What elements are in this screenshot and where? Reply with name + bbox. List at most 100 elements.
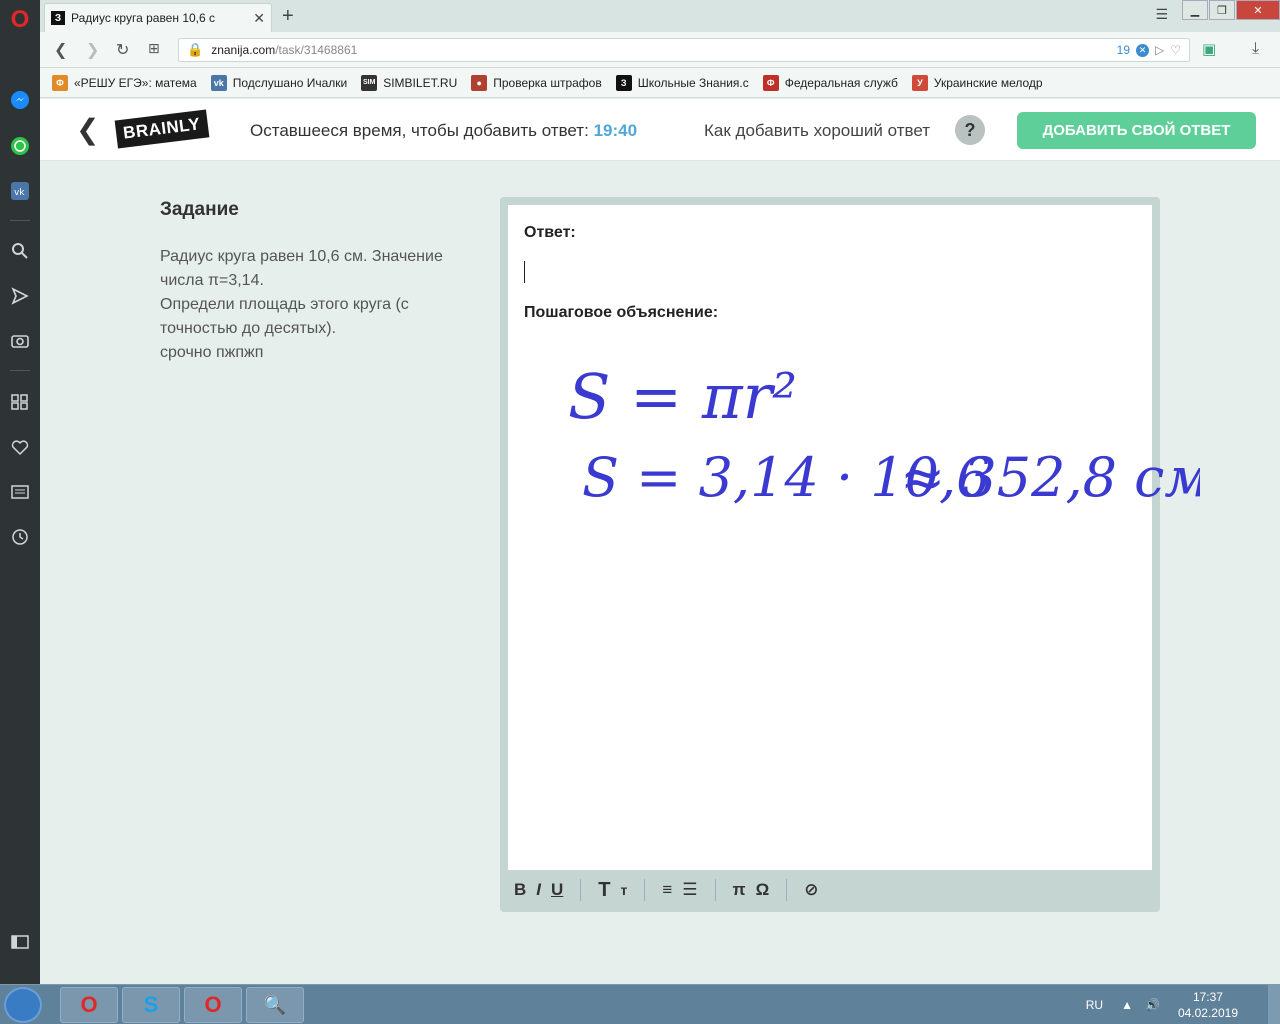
opera-taskbar-icon[interactable]: O [60,987,118,1023]
lock-icon: 🔒 [187,42,204,57]
opera-sidebar: O vk [0,0,40,984]
send-icon[interactable] [0,287,40,305]
bookmark-item[interactable]: vk Подслушано Ичалки [210,74,347,91]
ordered-list-icon[interactable]: ≡ [662,880,672,900]
new-tab-icon[interactable]: + [282,5,294,28]
heading-small-button[interactable]: т [621,882,628,898]
tab-active[interactable]: З Радиус круга равен 10,6 с ✕ [44,3,272,32]
sidebar-divider [10,220,30,221]
start-button[interactable] [4,987,42,1023]
toolbar-divider [580,879,582,901]
bookmark-item[interactable]: У Украинские мелодр [911,74,1043,91]
brainly-logo[interactable]: BRAINLY [114,109,209,149]
add-answer-button[interactable]: ДОБАВИТЬ СВОЙ ОТВЕТ [1017,112,1256,149]
text-caret [524,261,525,283]
windows-taskbar: O S O 🔍 RU ▲ 🔊 17:37 04.02.2019 [0,984,1280,1024]
vpn-extension-icon[interactable]: ▣ [1202,40,1216,58]
sidebar-toggle-icon[interactable] [0,935,40,949]
pi-button[interactable]: π [733,880,746,900]
bookmark-item[interactable]: Ф «РЕШУ ЕГЭ»: матема [52,74,197,91]
share-icon[interactable]: ▷ [1155,43,1164,57]
back-icon[interactable]: ❮ [54,40,67,60]
search-icon[interactable] [0,242,40,260]
back-chevron-icon[interactable]: ❮ [76,113,99,146]
handwritten-solution: S = πr² S = 3,14 · 10,6 ≈ 352,8 см² [560,330,1231,525]
messenger-icon[interactable] [0,90,40,110]
url-field[interactable]: 🔒 znanija.com /task/31468861 19 ✕ ▷ ♡ [178,38,1190,62]
tabs-grid-icon[interactable]: ⊞ [148,40,160,57]
minimize-icon[interactable]: ▁ [1182,0,1208,20]
adblock-count: 19 [1116,43,1130,57]
show-desktop-button[interactable] [1268,985,1280,1024]
attachment-icon[interactable]: ⊘ [804,880,818,900]
heading-large-button[interactable]: T [598,879,610,902]
svg-text:vk: vk [14,188,25,198]
znanija-favicon-icon: З [51,11,65,25]
bold-button[interactable]: B [514,880,526,900]
gibdd-icon: ● [471,74,488,91]
restore-icon[interactable]: ❐ [1209,0,1235,20]
toolbar-divider [644,879,646,901]
znanija-bookmark-icon: З [615,74,632,91]
news-icon[interactable] [0,483,40,501]
forward-icon[interactable]: ❯ [86,40,99,60]
whatsapp-icon[interactable] [0,136,40,156]
tab-bar: З Радиус круга равен 10,6 с ✕ + ☰ ▁ ❐ ✕ [40,0,1280,32]
tab-menu-icon[interactable]: ☰ [1155,6,1168,23]
clock[interactable]: 17:37 04.02.2019 [1178,989,1238,1021]
address-bar: ❮ ❯ ↻ ⊞ 🔒 znanija.com /task/31468861 19 … [40,32,1280,68]
adblock-icon[interactable]: ✕ [1136,43,1149,57]
language-indicator[interactable]: RU [1086,998,1103,1012]
italic-button[interactable]: I [536,880,541,900]
volume-icon[interactable]: 🔊 [1145,998,1160,1012]
history-icon[interactable] [0,528,40,546]
download-icon[interactable]: ⤓ [1252,40,1259,58]
help-icon[interactable]: ? [955,115,985,145]
task-title: Задание [160,199,239,220]
handwriting-line1: S = πr² [568,360,797,433]
opera-taskbar-icon-2[interactable]: O [184,987,242,1023]
explanation-label: Пошаговое объяснение: [524,304,719,321]
speed-dial-icon[interactable] [0,393,40,411]
url-path: /task/31468861 [275,43,358,57]
editor-toolbar: B I U T т ≡ ☰ π Ω ⊘ [508,874,1152,906]
toolbar-divider [714,879,716,901]
melodrama-icon: У [911,74,928,91]
simbilet-icon: SIM [361,74,378,91]
federal-service-icon: Ф [762,74,779,91]
tray-arrow-icon[interactable]: ▲ [1121,998,1133,1012]
bookmarks-bar: Ф «РЕШУ ЕГЭ»: матема vk Подслушано Ичалки … [40,68,1280,98]
reload-icon[interactable]: ↻ [116,40,129,60]
how-to-answer-link[interactable]: Как добавить хороший ответ [704,121,930,141]
tab-title: Радиус круга равен 10,6 с [71,11,216,25]
url-host: znanija.com [211,43,276,57]
task-text: Радиус круга равен 10,6 см. Значение чис… [160,248,443,361]
bookmark-item[interactable]: SIM SIMBILET.RU [361,74,457,91]
brainly-header: ❮ BRAINLY Оставшееся время, чтобы добави… [40,99,1280,161]
reshu-ege-icon: Ф [52,74,68,91]
close-tab-icon[interactable]: ✕ [253,10,265,27]
close-window-icon[interactable]: ✕ [1236,0,1280,20]
skype-taskbar-icon[interactable]: S [122,987,180,1023]
bullet-list-icon[interactable]: ☰ [682,880,697,900]
camera-icon[interactable] [0,331,40,349]
opera-logo-icon[interactable]: O [0,6,40,34]
magnifier-taskbar-icon[interactable]: 🔍 [246,987,304,1023]
sidebar-divider [10,370,30,371]
bookmark-item[interactable]: З Школьные Знания.с [615,74,749,91]
answer-label: Ответ: [524,224,576,241]
bookmark-item[interactable]: ● Проверка штрафов [471,74,602,91]
bookmark-item[interactable]: Ф Федеральная служб [762,74,898,91]
time-remaining: Оставшееся время, чтобы добавить ответ: … [250,121,638,140]
system-tray: RU ▲ 🔊 17:37 04.02.2019 [1086,985,1280,1024]
vk-bookmark-icon: vk [210,74,227,91]
bookmark-heart-icon[interactable]: ♡ [1170,43,1181,57]
toolbar-divider [786,879,788,901]
timer-value: 19:40 [593,121,638,140]
heart-icon[interactable] [0,438,40,456]
underline-button[interactable]: U [551,880,563,900]
vk-icon[interactable]: vk [0,181,40,201]
omega-button[interactable]: Ω [756,880,770,900]
window-controls: ▁ ❐ ✕ [1181,0,1280,20]
handwriting-line2-right: ≈ 352,8 см² [900,446,1200,509]
